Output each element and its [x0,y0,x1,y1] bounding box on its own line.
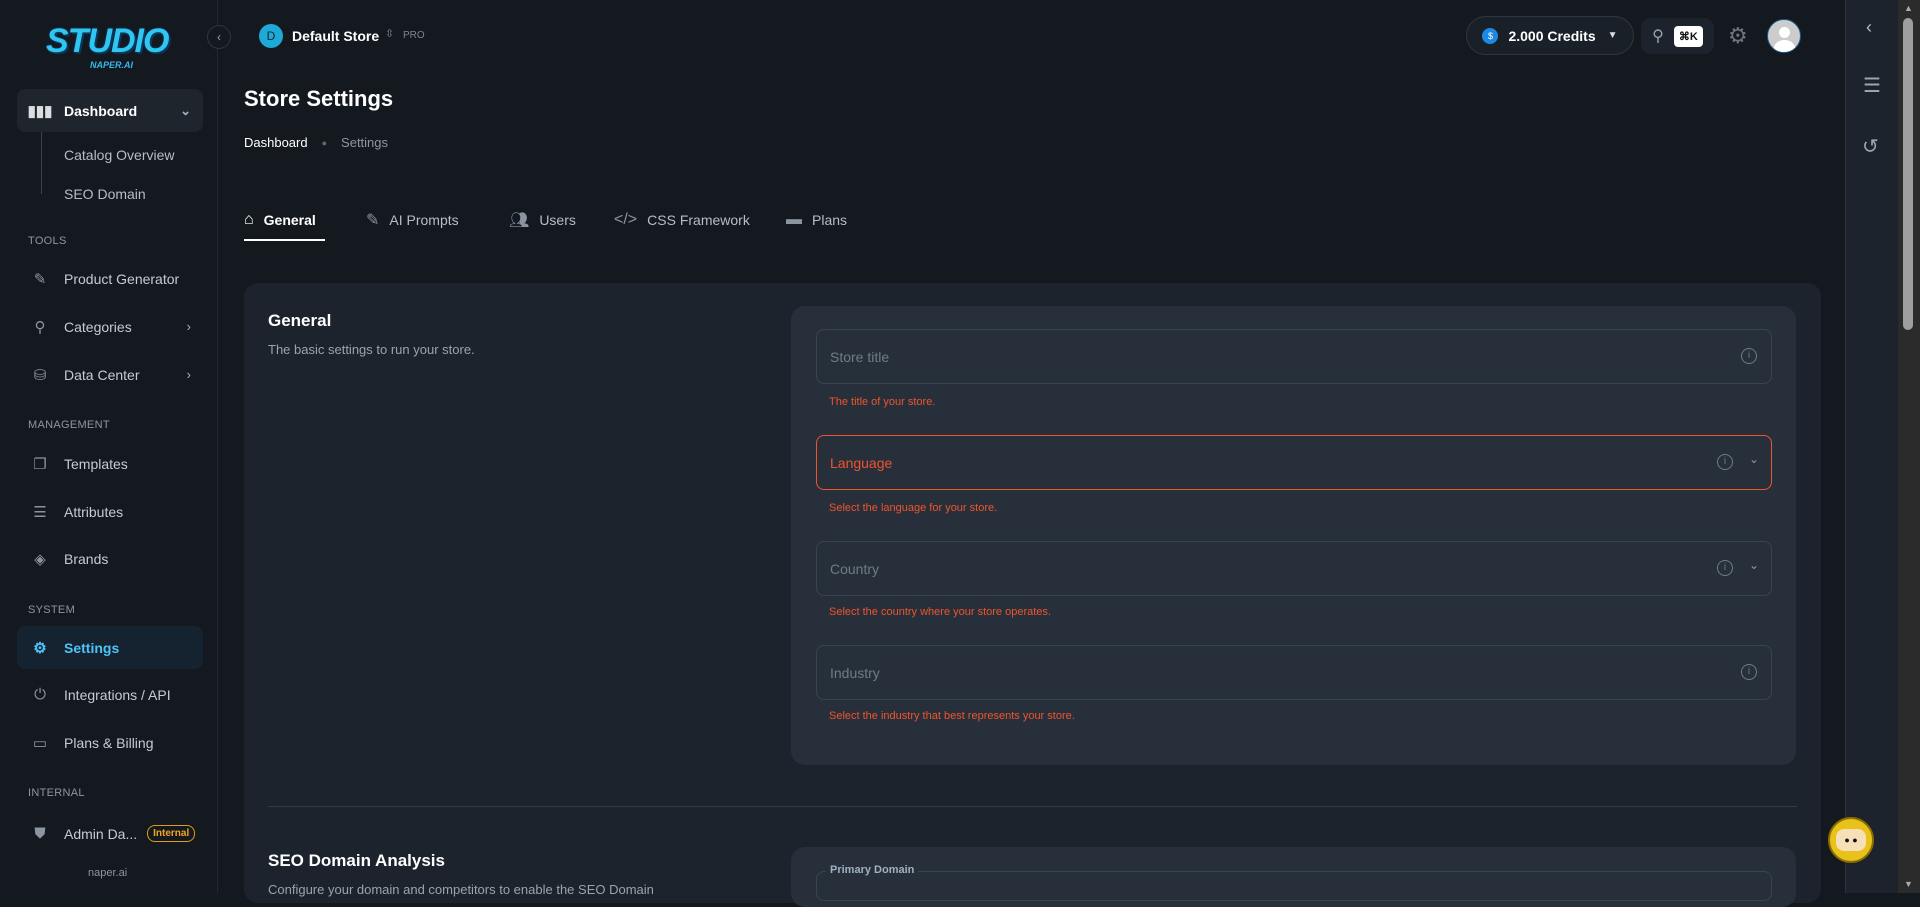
card-icon: ▬ [786,211,802,228]
sidebar-item-admin-dashboard[interactable]: ⛊ Admin Da... Internal [17,812,203,855]
plan-label: PRO [403,30,425,41]
list-icon: ☰ [33,503,47,521]
users-icon: 👥︎ [509,212,530,229]
section-management: MANAGEMENT [28,419,110,431]
seo-section-title: SEO Domain Analysis [268,851,445,870]
industry-input[interactable]: Industry i [816,645,1772,700]
code-icon: </> [614,211,638,228]
sidebar-item-categories[interactable]: ⚲ Categories › [17,305,203,348]
section-tools: TOOLS [28,235,67,247]
scrollbar[interactable]: ▲ ▼ [1898,0,1920,893]
chevron-right-icon: › [186,319,191,334]
credits-button[interactable]: $ 2.000 Credits ▼ [1466,16,1634,55]
breadcrumb-settings: Settings [341,135,389,150]
tag-icon: ◈ [34,550,46,568]
tab-css-framework[interactable]: </> CSS Framework [614,205,750,235]
info-icon[interactable]: i [1717,560,1733,576]
search-icon: ⚲ [1652,28,1664,45]
sidebar-item-plans-billing[interactable]: ▭ Plans & Billing [17,721,203,764]
seo-section-description: Configure your domain and competitors to… [268,882,654,897]
tree-line [41,132,53,194]
store-avatar[interactable]: D [259,24,283,48]
store-title-input[interactable]: Store title i [816,329,1772,384]
sidebar-item-data-center[interactable]: ⛁ Data Center › [17,353,203,396]
sidebar-item-templates[interactable]: ❐ Templates [17,442,203,485]
chevron-down-icon: ⌄ [1748,452,1759,466]
bar-chart-icon: ▮▮▮ [27,102,53,120]
chevron-down-icon: ⌄ [1748,558,1759,572]
magic-wand-icon: ✎ [33,270,47,288]
scrollbar-thumb[interactable] [1903,18,1913,330]
tab-general[interactable]: ⌂ General [244,205,316,235]
info-icon[interactable]: i [1741,348,1757,364]
assistant-mascot-button[interactable]: ● ● [1828,817,1874,863]
plug-icon: ⏻ [34,686,46,703]
sidebar: STUDIO NAPER.AI ▮▮▮ Dashboard ⌄ Catalog Ove… [0,0,218,893]
scroll-down-arrow[interactable]: ▼ [1904,879,1913,889]
page-title: Store Settings [244,86,394,111]
tab-plans[interactable]: ▬ Plans [786,205,847,235]
language-select[interactable]: Language i ⌄ [816,435,1772,490]
section-internal: INTERNAL [28,787,85,799]
breadcrumb: Dashboard ● Settings [244,135,388,150]
internal-badge: Internal [147,825,196,842]
settings-gear-icon[interactable]: ⚙ [1728,23,1748,49]
shield-icon: ⛊ [34,825,46,842]
country-help: Select the country where your store oper… [829,606,1051,618]
chevron-up-down-icon[interactable]: ⇳ [385,27,394,40]
tab-ai-prompts[interactable]: ✎ AI Prompts [366,205,459,235]
primary-domain-field[interactable] [816,871,1772,901]
coin-icon: $ [1482,27,1499,44]
caret-down-icon: ▼ [1607,30,1618,41]
scroll-up-arrow[interactable]: ▲ [1904,3,1913,13]
country-select[interactable]: Country i ⌄ [816,541,1772,596]
info-icon[interactable]: i [1741,664,1757,680]
language-help: Select the language for your store. [829,502,998,514]
section-system: SYSTEM [28,604,76,616]
sidebar-item-attributes[interactable]: ☰ Attributes [17,490,203,533]
chevron-right-icon: › [186,367,191,382]
collapse-sidebar-button[interactable]: ‹ [207,25,231,49]
user-avatar[interactable] [1767,19,1801,53]
primary-domain-label: Primary Domain [826,864,919,876]
sidebar-item-dashboard[interactable]: ▮▮▮ Dashboard ⌄ [17,89,203,132]
section-divider [268,806,1797,807]
home-gear-icon: ⌂ [244,211,254,228]
right-panel: ‹ ☰ ↺ [1845,0,1898,893]
general-section-title: General [268,311,332,330]
store-title-help: The title of your store. [829,396,936,408]
tab-users[interactable]: 👥︎ Users [509,205,576,235]
search-button[interactable]: ⚲ ⌘K [1641,18,1714,54]
sidebar-item-settings[interactable]: ⚙ Settings [17,626,203,669]
credit-card-icon: ▭ [32,734,48,752]
gear-icon: ⚙ [33,639,47,657]
industry-help: Select the industry that best represents… [829,710,1075,722]
sidebar-item-product-generator[interactable]: ✎ Product Generator [17,257,203,300]
database-icon: ⛁ [33,366,47,384]
sidebar-item-seo-domain[interactable]: SEO Domain [64,186,146,202]
magic-wand-icon: ✎ [366,212,380,229]
chevron-left-icon[interactable]: ‹ [1866,17,1872,38]
sidebar-item-integrations[interactable]: ⏻ Integrations / API [17,673,203,716]
history-icon[interactable]: ↺ [1862,134,1879,159]
template-icon: ❐ [33,455,47,473]
tab-indicator [244,239,325,241]
studio-logo[interactable]: STUDIO NAPER.AI [46,22,174,74]
store-switcher[interactable]: Default Store [292,28,379,44]
sidebar-item-brands[interactable]: ◈ Brands [17,537,203,580]
breadcrumb-separator: ● [321,137,328,148]
info-icon[interactable]: i [1717,454,1733,470]
server-list-icon[interactable]: ☰ [1863,73,1881,98]
footer-link[interactable]: naper.ai [88,867,127,879]
hierarchy-icon: ⚲ [34,318,46,336]
breadcrumb-dashboard[interactable]: Dashboard [244,135,308,150]
mascot-face-icon: ● ● [1836,829,1866,851]
chevron-down-icon: ⌄ [180,102,191,118]
general-section-description: The basic settings to run your store. [268,342,475,357]
sidebar-item-catalog-overview[interactable]: Catalog Overview [64,147,175,163]
